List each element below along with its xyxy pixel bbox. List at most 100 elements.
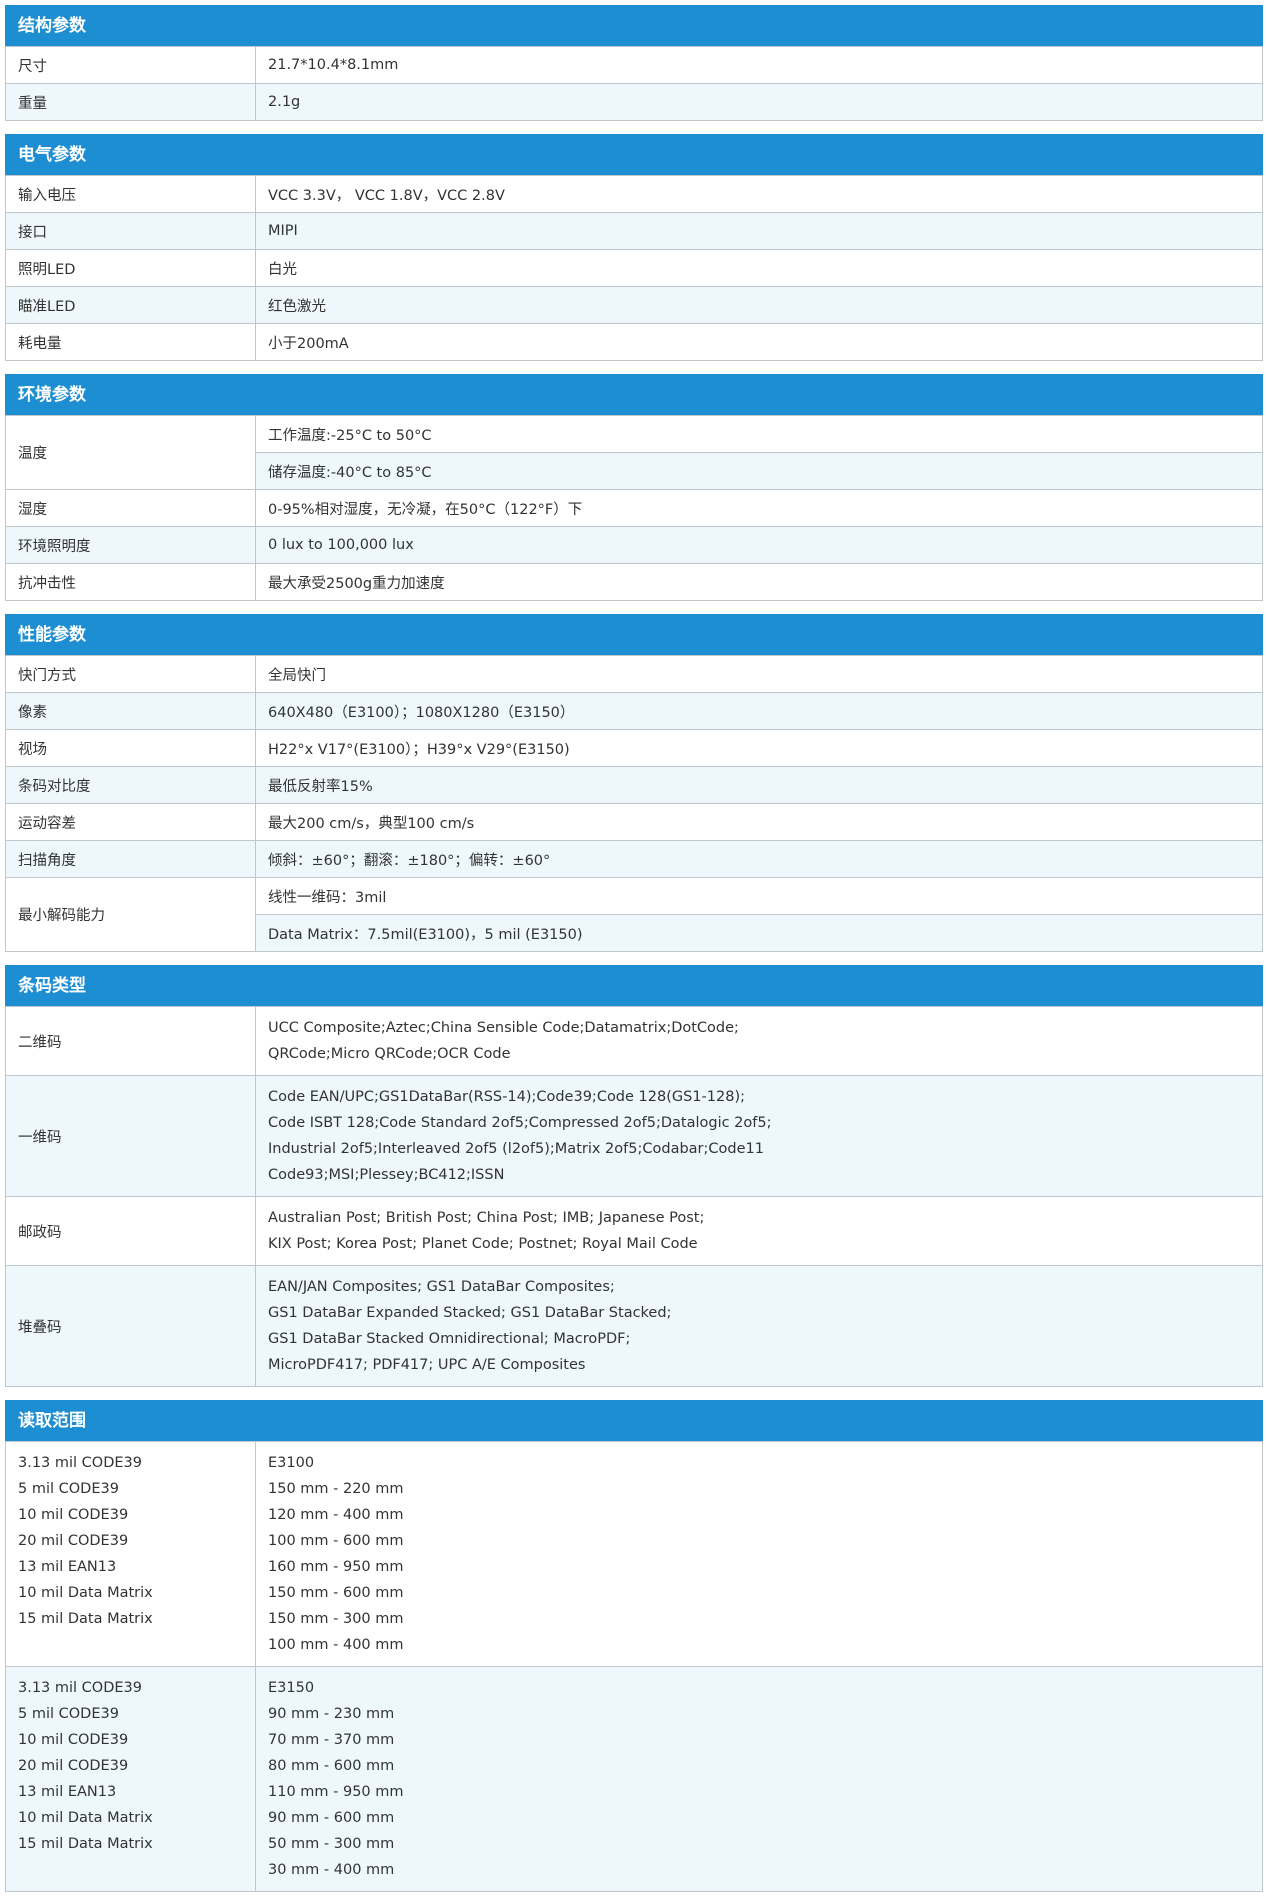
row-value: MIPI [255,212,1263,250]
row-value: 21.7*10.4*8.1mm [255,46,1263,84]
range-value: 30 mm - 400 mm [268,1862,395,1878]
row-label: 接口 [5,212,256,250]
range-value: 90 mm - 230 mm [268,1706,395,1722]
section-title: 条码类型 [5,965,1263,1006]
row-label: 快门方式 [5,655,256,693]
spec-table: 尺寸 21.7*10.4*8.1mm 重量 2.1g [5,46,1263,121]
table-row: 运动容差 最大200 cm/s，典型100 cm/s [5,803,1263,841]
row-label: 输入电压 [5,175,256,213]
range-value: E3150 [268,1680,315,1696]
range-label: 13 mil EAN13 [18,1784,117,1800]
row-value: 640X480（E3100）；1080X1280（E3150） [255,692,1263,730]
range-label: 20 mil CODE39 [18,1533,129,1549]
row-label: 堆叠码 [5,1265,256,1387]
row-label: 条码对比度 [5,766,256,804]
range-value: 120 mm - 400 mm [268,1507,404,1523]
table-row: 扫描角度 倾斜：±60°；翻滚：±180°；偏转：±60° [5,840,1263,878]
row-label: 重量 [5,83,256,121]
range-value: 150 mm - 220 mm [268,1481,404,1497]
range-label: 13 mil EAN13 [18,1559,117,1575]
row-label: 扫描角度 [5,840,256,878]
range-value: 100 mm - 400 mm [268,1637,404,1653]
value-line: EAN/JAN Composites; GS1 DataBar Composit… [268,1279,615,1295]
row-label: 邮政码 [5,1196,256,1266]
row-value: 红色激光 [255,286,1263,324]
range-value: E3100 [268,1455,315,1471]
range-label: 20 mil CODE39 [18,1758,129,1774]
row-label: 耗电量 [5,323,256,361]
row-value: UCC Composite;Aztec;China Sensible Code;… [255,1006,1263,1076]
table-row: 湿度 0-95%相对湿度，无冷凝，在50°C（122°F）下 [5,489,1263,527]
row-label: 瞄准LED [5,286,256,324]
table-row: 抗冲击性 最大承受2500g重力加速度 [5,563,1263,601]
value-line: MicroPDF417; PDF417; UPC A/E Composites [268,1357,586,1373]
value-line: KIX Post; Korea Post; Planet Code; Postn… [268,1236,698,1252]
table-row: 堆叠码 EAN/JAN Composites; GS1 DataBar Comp… [5,1265,1263,1387]
table-row: 条码对比度 最低反射率15% [5,766,1263,804]
row-label: 环境照明度 [5,526,256,564]
row-value: 储存温度:-40°C to 85°C [255,452,1263,490]
range-label: 5 mil CODE39 [18,1706,119,1722]
row-label: 湿度 [5,489,256,527]
value-line: GS1 DataBar Stacked Omnidirectional; Mac… [268,1331,631,1347]
spec-table: 输入电压 VCC 3.3V， VCC 1.8V，VCC 2.8V 接口 MIPI… [5,175,1263,361]
row-value: 线性一维码：3mil [255,877,1263,915]
row-label: 最小解码能力 [5,877,256,952]
value-line: GS1 DataBar Expanded Stacked; GS1 DataBa… [268,1305,672,1321]
value-line: Code93;MSI;Plessey;BC412;ISSN [268,1167,505,1183]
range-values-e3100: E3100 150 mm - 220 mm 120 mm - 400 mm 10… [255,1441,1263,1667]
table-row: 温度 工作温度:-25°C to 50°C [5,415,1263,490]
range-value: 50 mm - 300 mm [268,1836,395,1852]
table-row: 3.13 mil CODE39 5 mil CODE39 10 mil CODE… [5,1441,1263,1667]
section-structural: 结构参数 尺寸 21.7*10.4*8.1mm 重量 2.1g [5,5,1263,121]
row-label: 像素 [5,692,256,730]
row-value: 工作温度:-25°C to 50°C [255,415,1263,453]
row-value: H22°x V17°(E3100）；H39°x V29°(E3150) [255,729,1263,767]
spec-table: 3.13 mil CODE39 5 mil CODE39 10 mil CODE… [5,1441,1263,1892]
row-value: 2.1g [255,83,1263,121]
row-value: 最低反射率15% [255,766,1263,804]
table-row: 快门方式 全局快门 [5,655,1263,693]
section-electrical: 电气参数 输入电压 VCC 3.3V， VCC 1.8V，VCC 2.8V 接口… [5,134,1263,361]
range-labels-e3150: 3.13 mil CODE39 5 mil CODE39 10 mil CODE… [5,1666,256,1892]
range-label: 3.13 mil CODE39 [18,1680,143,1696]
row-value: Australian Post; British Post; China Pos… [255,1196,1263,1266]
row-label: 视场 [5,729,256,767]
range-labels-e3100: 3.13 mil CODE39 5 mil CODE39 10 mil CODE… [5,1441,256,1667]
row-value: 最大承受2500g重力加速度 [255,563,1263,601]
section-title: 读取范围 [5,1400,1263,1441]
row-label: 抗冲击性 [5,563,256,601]
row-value: 白光 [255,249,1263,287]
row-value: Code EAN/UPC;GS1DataBar(RSS-14);Code39;C… [255,1075,1263,1197]
table-row: 尺寸 21.7*10.4*8.1mm [5,46,1263,84]
range-value: 150 mm - 300 mm [268,1611,404,1627]
table-row: 重量 2.1g [5,83,1263,121]
row-value: Data Matrix：7.5mil(E3100)，5 mil (E3150) [255,914,1263,952]
table-row: 瞄准LED 红色激光 [5,286,1263,324]
row-label: 尺寸 [5,46,256,84]
spec-page: 结构参数 尺寸 21.7*10.4*8.1mm 重量 2.1g 电气参数 输入电… [0,0,1267,1892]
section-barcode-types: 条码类型 二维码 UCC Composite;Aztec;China Sensi… [5,965,1263,1387]
row-value: VCC 3.3V， VCC 1.8V，VCC 2.8V [255,175,1263,213]
range-label: 10 mil Data Matrix [18,1585,153,1601]
range-value: 80 mm - 600 mm [268,1758,395,1774]
range-label: 10 mil CODE39 [18,1507,129,1523]
row-value: 小于200mA [255,323,1263,361]
range-value: 150 mm - 600 mm [268,1585,404,1601]
row-label: 温度 [5,415,256,490]
section-title: 性能参数 [5,614,1263,655]
spec-table: 二维码 UCC Composite;Aztec;China Sensible C… [5,1006,1263,1387]
row-label: 运动容差 [5,803,256,841]
range-label: 10 mil CODE39 [18,1732,129,1748]
table-row: 邮政码 Australian Post; British Post; China… [5,1196,1263,1266]
table-row: 一维码 Code EAN/UPC;GS1DataBar(RSS-14);Code… [5,1075,1263,1197]
table-row: 环境照明度 0 lux to 100,000 lux [5,526,1263,564]
table-row: 像素 640X480（E3100）；1080X1280（E3150） [5,692,1263,730]
range-label: 10 mil Data Matrix [18,1810,153,1826]
row-value: 全局快门 [255,655,1263,693]
section-title: 电气参数 [5,134,1263,175]
row-value: 倾斜：±60°；翻滚：±180°；偏转：±60° [255,840,1263,878]
range-value: 90 mm - 600 mm [268,1810,395,1826]
value-line: QRCode;Micro QRCode;OCR Code [268,1046,511,1062]
table-row: 照明LED 白光 [5,249,1263,287]
